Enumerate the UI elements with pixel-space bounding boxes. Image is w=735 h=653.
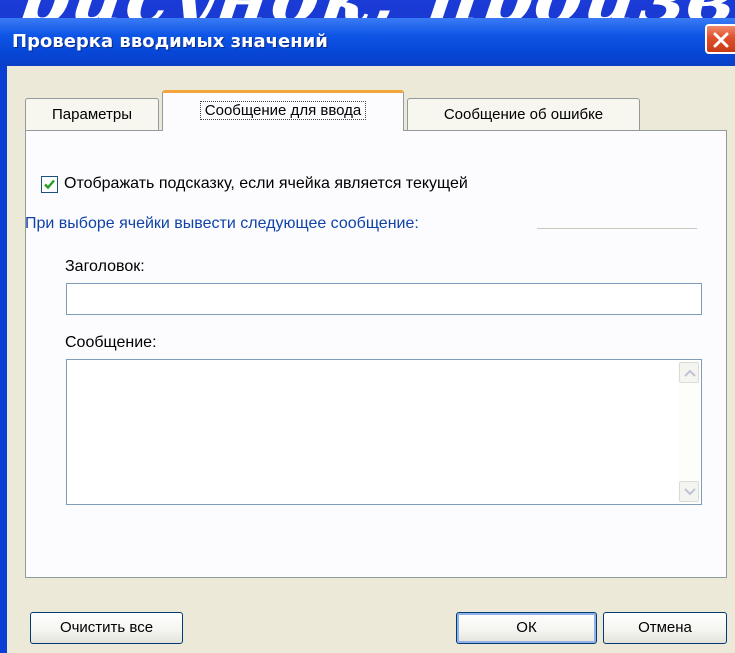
tab-label: Сообщение для ввода bbox=[199, 101, 367, 120]
ok-button[interactable]: ОК bbox=[456, 612, 597, 644]
dialog-body: Параметры Сообщение для ввода Сообщение … bbox=[7, 66, 735, 653]
title-field-label: Заголовок: bbox=[65, 258, 145, 275]
clear-all-button[interactable]: Очистить все bbox=[30, 612, 183, 644]
tab-error-message[interactable]: Сообщение об ошибке bbox=[407, 98, 640, 130]
close-icon bbox=[713, 32, 729, 48]
group-label: При выборе ячейки вывести следующее сооб… bbox=[25, 215, 419, 232]
scroll-up-button[interactable] bbox=[679, 362, 699, 383]
message-field-label: Сообщение: bbox=[65, 334, 157, 351]
tab-parameters[interactable]: Параметры bbox=[25, 98, 159, 130]
message-textarea[interactable] bbox=[66, 359, 702, 505]
cancel-button[interactable]: Отмена bbox=[603, 612, 727, 644]
title-input[interactable] bbox=[66, 283, 702, 315]
tab-label: Параметры bbox=[52, 106, 132, 123]
scroll-down-button[interactable] bbox=[679, 481, 699, 502]
show-hint-label[interactable]: Отображать подсказку, если ячейка являет… bbox=[64, 175, 468, 193]
tab-panel bbox=[25, 130, 727, 578]
group-divider bbox=[537, 228, 697, 229]
window-title: Проверка вводимых значений bbox=[12, 31, 328, 52]
tab-label: Сообщение об ошибке bbox=[443, 106, 604, 123]
chevron-down-icon bbox=[684, 488, 696, 496]
close-button[interactable] bbox=[705, 24, 735, 54]
screen: рисунок; произвольные значения) Проверка… bbox=[0, 0, 735, 653]
checkmark-icon bbox=[44, 179, 55, 190]
data-validation-dialog: Проверка вводимых значений Параметры Соо… bbox=[0, 18, 735, 653]
tab-input-message[interactable]: Сообщение для ввода bbox=[162, 90, 404, 131]
vertical-scrollbar[interactable] bbox=[678, 361, 700, 503]
chevron-up-icon bbox=[684, 369, 696, 377]
title-bar[interactable]: Проверка вводимых значений bbox=[0, 18, 735, 66]
show-hint-checkbox[interactable] bbox=[41, 176, 58, 193]
